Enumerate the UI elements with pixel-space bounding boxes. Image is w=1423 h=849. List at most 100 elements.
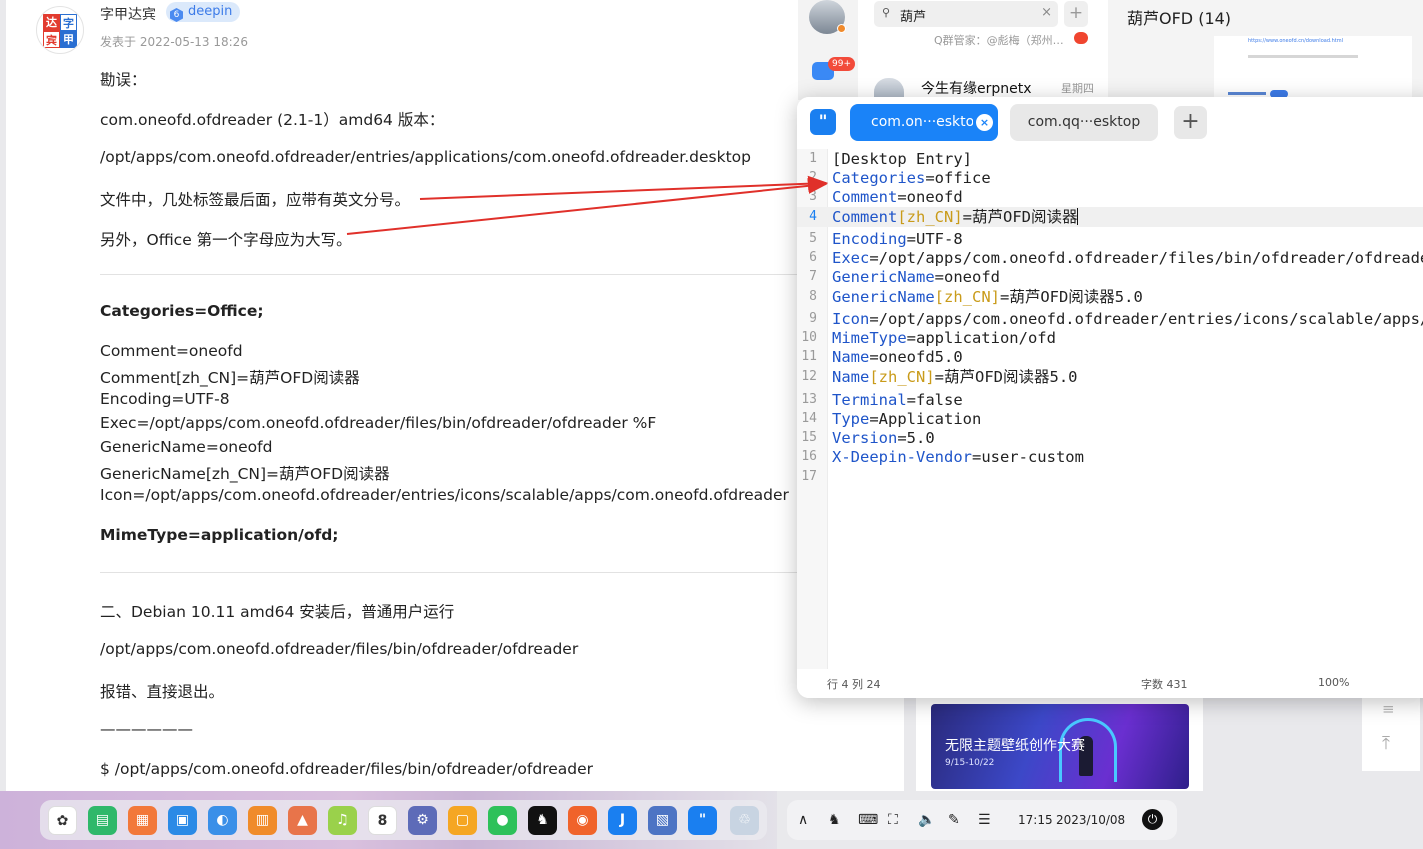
code-line[interactable]: 14 Type=Application <box>797 409 1423 429</box>
dock-archive-icon[interactable]: ▥ <box>248 806 277 835</box>
line-locale: [zh_CN] <box>934 288 1000 306</box>
new-tab-button[interactable]: + <box>1174 106 1207 139</box>
line-text: Exec=/opt/apps/com.oneofd.ofdreader/file… <box>832 248 1423 268</box>
post-paragraph: com.oneofd.ofdreader (2.1-1）amd64 版本： <box>100 111 445 129</box>
code-line[interactable]: 2 Categories=office <box>797 168 1423 188</box>
line-text: GenericName[zh_CN]=葫芦OFD阅读器5.0 <box>832 287 1143 307</box>
clock-date[interactable]: 2023/10/08 <box>1056 813 1125 827</box>
line-value: =office <box>925 169 991 187</box>
tray-keyboard-icon[interactable]: ⌨ <box>858 810 878 830</box>
mimetype-line: MimeType=application/ofd; <box>100 526 339 544</box>
message-preview[interactable]: https://www.oneofd.cn/download.html <box>1214 36 1412 100</box>
unread-badge: 99+ <box>828 57 855 71</box>
tab-desktop-file-1[interactable]: com.on···esktop × <box>850 104 998 141</box>
dock-browser-icon[interactable]: ◐ <box>208 806 237 835</box>
line-text: Encoding=UTF-8 <box>832 229 963 249</box>
line-value: =oneofd5.0 <box>869 348 963 366</box>
post-paragraph: 文件中，几处标签最后面，应带有英文分号。 <box>100 191 411 209</box>
preview-link[interactable]: https://www.oneofd.cn/download.html <box>1248 38 1343 44</box>
line-key: Encoding <box>832 230 907 248</box>
code-line[interactable]: 17 <box>797 467 1423 487</box>
dock-terminal-icon[interactable]: ▤ <box>88 806 117 835</box>
cursor-position: 行 4 列 24 <box>827 678 881 691</box>
clock-time[interactable]: 17:15 <box>1018 813 1053 827</box>
dock-dingtalk-like-icon[interactable]: J <box>608 806 637 835</box>
dock-apps: ✿ ▤ ▦ ▣ ◐ ▥ ▲ ♫ 8 ⚙ ▢ ● ♞ ◉ J ▧ " ♲ <box>40 800 767 840</box>
code-area[interactable]: 1 [Desktop Entry] 2 Categories=office 3 Comme… <box>797 149 1423 669</box>
code-line[interactable]: 8 GenericName[zh_CN]=葫芦OFD阅读器5.0 <box>797 287 1423 307</box>
code-line[interactable]: 5 Encoding=UTF-8 <box>797 229 1423 249</box>
banner-title: 无限主题壁纸创作大赛 <box>945 738 1085 754</box>
clear-search-icon[interactable]: × <box>1041 5 1052 20</box>
line-value: [Desktop Entry] <box>832 150 972 168</box>
code-line[interactable]: 13 Terminal=false <box>797 390 1423 410</box>
dock-image-viewer-icon[interactable]: ▲ <box>288 806 317 835</box>
my-avatar[interactable] <box>809 0 846 34</box>
line-value: =oneofd <box>897 188 963 206</box>
line-value: =5.0 <box>897 429 935 447</box>
tray-volume-icon[interactable]: 🔈 <box>918 810 935 830</box>
dock-qq-icon[interactable]: ♞ <box>528 806 557 835</box>
line-text: X-Deepin-Vendor=user-custom <box>832 447 1084 467</box>
post-paragraph: $ /opt/apps/com.oneofd.ofdreader/files/b… <box>100 760 594 778</box>
editor-logo-icon: " <box>810 109 836 135</box>
code-line[interactable]: 16 X-Deepin-Vendor=user-custom <box>797 447 1423 467</box>
dock-app-store-icon[interactable]: ▦ <box>128 806 157 835</box>
dock-file-manager-icon[interactable]: ▣ <box>168 806 197 835</box>
tray-control-center-icon[interactable]: ☰ <box>978 810 991 830</box>
code-line[interactable]: 10 MimeType=application/ofd <box>797 328 1423 348</box>
back-to-top-icon[interactable]: ⤒ <box>1382 733 1390 754</box>
code-line[interactable]: 15 Version=5.0 <box>797 428 1423 448</box>
tray-expand-tray-icon[interactable]: ∧ <box>798 810 808 830</box>
chat-list: ⚲ 葫芦 × + Q群管家：@彪梅（郑州… 今生有缘erpnetx 星期四 <box>858 0 1108 100</box>
code-line[interactable]: 7 GenericName=oneofd <box>797 267 1423 287</box>
dock-system-settings-icon[interactable]: ⚙ <box>408 806 437 835</box>
tray-bluetooth-pen-icon[interactable]: ✎ <box>948 810 960 830</box>
code-line[interactable]: 3 Comment=oneofd <box>797 187 1423 207</box>
post-paragraph: —————— <box>100 720 193 738</box>
code-line[interactable]: 9 Icon=/opt/apps/com.oneofd.ofdreader/ent… <box>797 309 1423 329</box>
text-caret <box>1077 208 1079 225</box>
power-icon[interactable]: ⏻ <box>1142 809 1163 830</box>
author-avatar[interactable]: 达 字 宾 甲 <box>36 6 84 54</box>
dock-calendar-icon[interactable]: 8 <box>368 806 397 835</box>
post-paragraph: /opt/apps/com.oneofd.ofdreader/files/bin… <box>100 640 579 658</box>
dock-music-icon[interactable]: ♫ <box>328 806 357 835</box>
chat-add-button[interactable]: + <box>1064 1 1088 27</box>
dock-trash-icon[interactable]: ♲ <box>730 806 759 835</box>
dock-wechat-icon[interactable]: ● <box>488 806 517 835</box>
line-value: =Application <box>869 410 982 428</box>
line-key: Version <box>832 429 898 447</box>
author-name[interactable]: 字甲达宾 <box>100 4 156 24</box>
chat-search-input[interactable]: ⚲ 葫芦 × <box>874 1 1058 27</box>
line-key: GenericName <box>832 268 935 286</box>
code-line[interactable]: 6 Exec=/opt/apps/com.oneofd.ofdreader/fil… <box>797 248 1423 268</box>
avatar-char-2: 字 <box>60 14 77 31</box>
ad-banner[interactable]: 无限主题壁纸创作大赛 9/15-10/22 <box>931 704 1189 789</box>
dock-text-editor-icon[interactable]: " <box>688 806 717 835</box>
code-line[interactable]: 12 Name[zh_CN]=葫芦OFD阅读器5.0 <box>797 367 1423 387</box>
tab-desktop-file-2[interactable]: com.qq···esktop <box>1010 104 1158 141</box>
line-value: =oneofd <box>934 268 1000 286</box>
contact-name[interactable]: 今生有缘erpnetx <box>921 78 1032 98</box>
status-dot <box>837 24 846 33</box>
code-line[interactable]: 4 Comment[zh_CN]=葫芦OFD阅读器 <box>797 207 1423 227</box>
dock-screenshot-icon[interactable]: ▢ <box>448 806 477 835</box>
dock-launcher-icon[interactable]: ✿ <box>48 806 77 835</box>
close-tab-icon[interactable]: × <box>976 114 993 131</box>
desktop: 达 字 宾 甲 字甲达宾 6 deepin 发表于 2022-05-13 18:2… <box>0 0 1423 849</box>
avatar-char-4: 甲 <box>60 31 77 48</box>
code-line[interactable]: 11 Name=oneofd5.0 <box>797 347 1423 367</box>
tray-qq-tray-icon[interactable]: ♞ <box>828 810 841 830</box>
reply-icon[interactable]: ≡ <box>1382 700 1395 718</box>
tray-screenshot-tray-icon[interactable]: ⛶ <box>888 810 898 830</box>
zoom-level[interactable]: 100% <box>1318 676 1349 689</box>
dock-photos-icon[interactable]: ▧ <box>648 806 677 835</box>
line-number: 3 <box>809 189 817 204</box>
system-tray: 17:15 2023/10/08 ⏻ ∧ ♞ ⌨ ⛶ 🔈 ✎ ☰ <box>787 800 1177 840</box>
code-line[interactable]: 1 [Desktop Entry] <box>797 149 1423 169</box>
forum-post: 达 字 宾 甲 字甲达宾 6 deepin 发表于 2022-05-13 18:2… <box>6 0 904 791</box>
entry-line: Exec=/opt/apps/com.oneofd.ofdreader/file… <box>100 414 657 432</box>
dock-firefox-icon[interactable]: ◉ <box>568 806 597 835</box>
banner-dates: 9/15-10/22 <box>945 758 995 768</box>
